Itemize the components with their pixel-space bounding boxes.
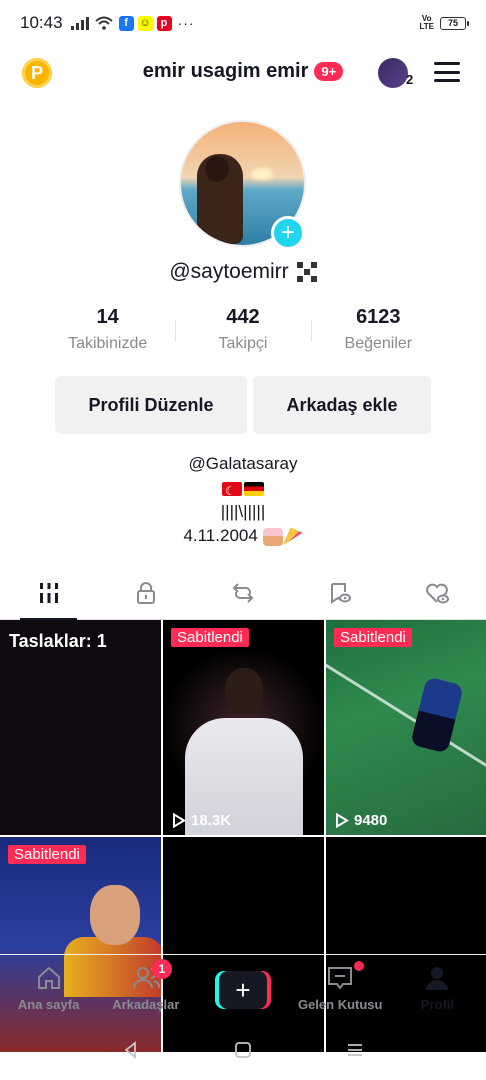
- video-tile[interactable]: [163, 837, 324, 1052]
- inbox-dot: [354, 961, 365, 971]
- profile-screen: 10:43 f ☺ p ··· Vo LTE 75 P emir usagim e…: [0, 0, 486, 1080]
- facebook-icon: f: [118, 15, 134, 31]
- view-count: 9480: [335, 812, 387, 829]
- stat-label: Takibinizde: [68, 335, 148, 352]
- add-story-button[interactable]: +: [271, 216, 305, 250]
- stat-followers[interactable]: 442 Takipçi: [175, 306, 310, 353]
- menu-icon[interactable]: [434, 62, 460, 82]
- linked-account-avatar[interactable]: [378, 58, 408, 88]
- home-icon: [37, 966, 60, 989]
- video-tile[interactable]: Sabitlendi 18.3K: [163, 620, 324, 835]
- profile-header: P emir usagim emir 9+ 2: [0, 50, 486, 96]
- recents-icon[interactable]: [345, 1040, 365, 1060]
- drafts-tile[interactable]: Taslaklar: 1: [0, 620, 161, 835]
- stat-likes[interactable]: 6123 Beğeniler: [310, 306, 446, 353]
- stat-label: Takipçi: [218, 335, 268, 352]
- inbox-icon: [328, 967, 353, 990]
- add-friend-button[interactable]: Arkadaş ekle: [253, 376, 431, 434]
- notification-badge: 9+: [314, 62, 344, 81]
- back-icon[interactable]: [121, 1040, 141, 1060]
- pinned-badge: Sabitlendi: [334, 628, 412, 647]
- status-time: 10:43: [20, 13, 63, 32]
- play-icon: [336, 813, 349, 828]
- signal-icon: [70, 16, 89, 30]
- view-count-value: 9480: [354, 812, 388, 829]
- tab-favorites[interactable]: [292, 566, 389, 619]
- wifi-icon: [94, 16, 113, 30]
- tab-liked[interactable]: [389, 566, 486, 619]
- profile-icon: [426, 967, 449, 990]
- bio-birthday: 4.11.2004: [183, 526, 258, 545]
- system-nav-bar: [0, 1030, 486, 1070]
- battery-icon: 75: [440, 16, 469, 30]
- cake-emoji-icon: [262, 527, 283, 546]
- nav-friends[interactable]: 1 Arkadaşlar: [97, 955, 194, 1016]
- pinned-badge: Sabitlendi: [8, 845, 86, 864]
- status-bar: 10:43 f ☺ p ··· Vo LTE 75: [0, 0, 486, 46]
- tab-videos[interactable]: [0, 566, 97, 620]
- view-count: 18.3K: [172, 812, 231, 829]
- lock-icon: [136, 581, 155, 604]
- page-title: emir usagim emir: [142, 60, 309, 82]
- tab-reposts[interactable]: [194, 566, 291, 619]
- stat-label: Beğeniler: [344, 335, 413, 352]
- turkey-flag-icon: [222, 479, 242, 503]
- video-tile[interactable]: Sabitlendi: [0, 837, 161, 1052]
- username-row: @saytoemirr: [0, 260, 486, 284]
- nav-label: Arkadaşlar: [112, 997, 180, 1012]
- party-popper-emoji-icon: [282, 527, 303, 546]
- videos-grid-icon: [39, 582, 58, 603]
- profile-stats: 14 Takibinizde 442 Takipçi 6123 Beğenile…: [40, 306, 446, 353]
- nav-inbox[interactable]: Gelen Kutusu: [292, 955, 389, 1016]
- liked-icon: [426, 583, 450, 603]
- nav-label: Profil: [420, 997, 455, 1012]
- edit-profile-button[interactable]: Profili Düzenle: [55, 376, 247, 434]
- video-tile[interactable]: [326, 837, 486, 1052]
- tab-private[interactable]: [97, 566, 194, 619]
- bio-birthday-row: 4.11.2004: [0, 524, 486, 548]
- bio-line: ||||\|||||: [220, 502, 266, 521]
- volte-icon: Vo LTE: [419, 14, 434, 31]
- pinned-badge: Sabitlendi: [171, 628, 249, 647]
- repost-icon: [232, 582, 254, 603]
- linked-account-count: 2: [406, 72, 414, 87]
- stat-following[interactable]: 14 Takibinizde: [40, 306, 175, 353]
- nav-profile[interactable]: Profil: [389, 955, 486, 1016]
- nav-label: Ana sayfa: [17, 997, 80, 1012]
- stat-value: 442: [226, 306, 260, 328]
- bottom-nav: Ana sayfa 1 Arkadaşlar + Gelen Kutusu Pr…: [0, 954, 486, 1016]
- friends-badge: 1: [151, 959, 172, 979]
- nav-label: Gelen Kutusu: [297, 997, 383, 1012]
- favorites-icon: [331, 582, 352, 604]
- more-notifications-icon: ···: [177, 15, 195, 31]
- play-icon: [173, 813, 186, 828]
- create-icon: +: [215, 971, 271, 1009]
- view-count-value: 18.3K: [191, 812, 232, 829]
- stat-value: 6123: [356, 306, 401, 328]
- nav-home[interactable]: Ana sayfa: [0, 955, 97, 1016]
- pinterest-icon: p: [156, 15, 172, 31]
- stat-value: 14: [96, 306, 119, 328]
- germany-flag-icon: [244, 481, 264, 496]
- bio-flags: [0, 476, 486, 503]
- home-button-icon[interactable]: [233, 1040, 253, 1060]
- nav-create[interactable]: +: [194, 955, 291, 1016]
- drafts-label: Taslaklar: 1: [9, 631, 107, 651]
- profile-bio: @Galatasaray ||||\||||| 4.11.2004: [0, 452, 486, 548]
- username: @saytoemirr: [169, 260, 289, 283]
- profile-actions: Profili Düzenle Arkadaş ekle: [55, 376, 431, 434]
- bio-line: @Galatasaray: [188, 454, 298, 473]
- content-tabs: [0, 566, 486, 620]
- video-tile[interactable]: Sabitlendi 9480: [326, 620, 486, 835]
- qr-code-icon[interactable]: [296, 262, 317, 282]
- snapchat-icon: ☺: [137, 15, 153, 31]
